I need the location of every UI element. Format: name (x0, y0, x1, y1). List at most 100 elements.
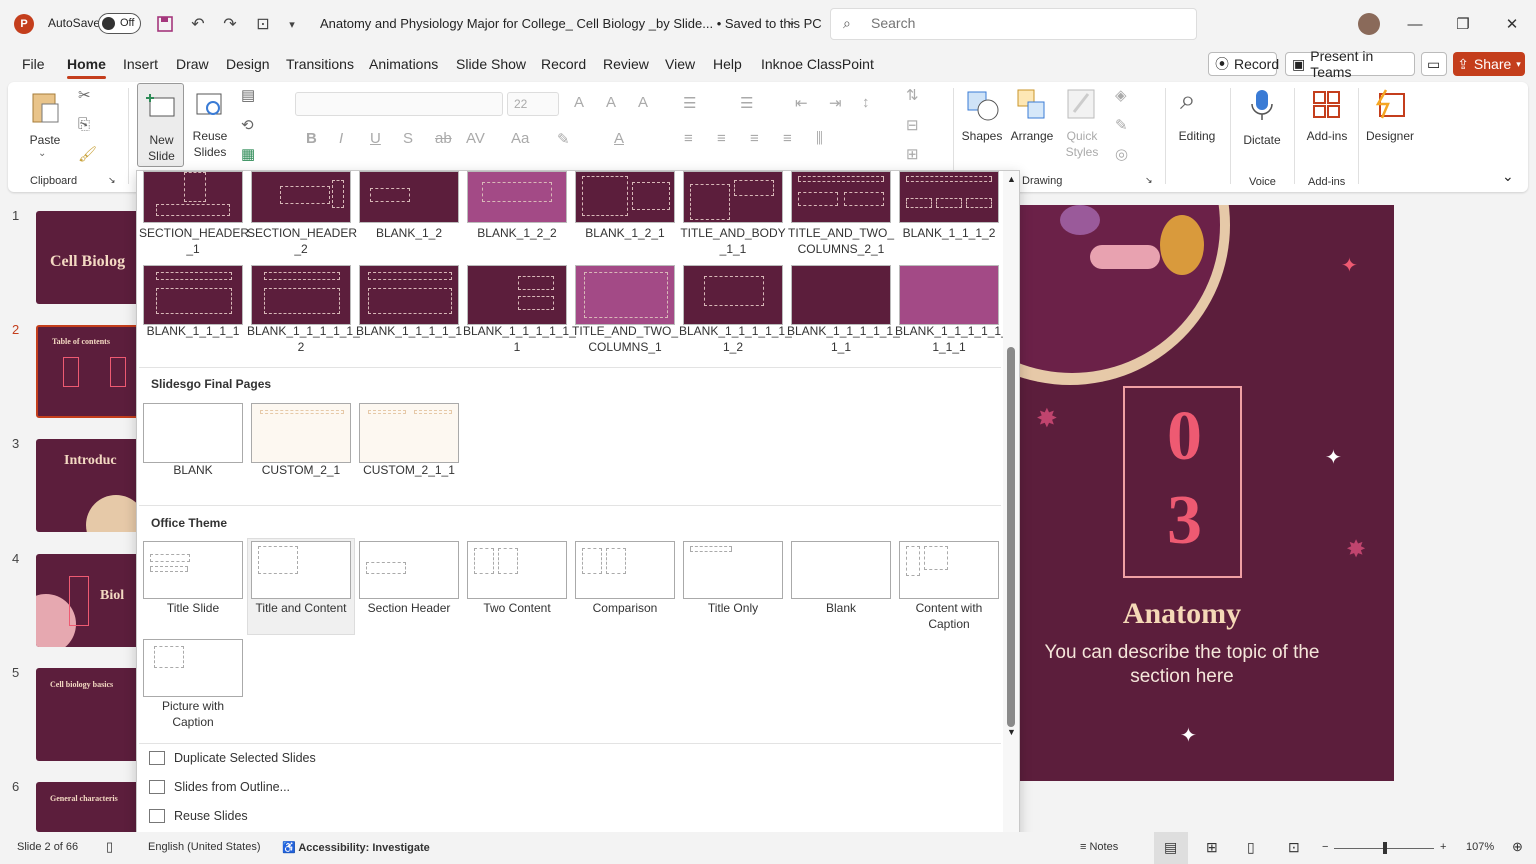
layout-thumbnail[interactable] (359, 541, 459, 599)
reuse-slides-label-2[interactable]: Slides (188, 144, 232, 160)
italic-icon[interactable]: I (339, 130, 343, 147)
layout-thumbnail[interactable] (251, 541, 351, 599)
layout-label[interactable]: CUSTOM_2_1_1 (355, 462, 463, 478)
tab-home[interactable]: Home (67, 56, 106, 79)
restore-icon[interactable]: ❐ (1448, 10, 1478, 38)
layout-thumbnail[interactable] (143, 541, 243, 599)
add-ins-label[interactable]: Add-ins (1303, 128, 1351, 144)
shape-effects-icon[interactable]: ◎ (1115, 145, 1128, 163)
layout-thumbnail[interactable] (575, 265, 675, 325)
customize-toolbar-icon[interactable]: ▾ (280, 12, 304, 36)
slide-thumbnail[interactable]: Biol (36, 554, 140, 647)
layout-label[interactable]: TITLE_AND_BODY _1_1 (679, 225, 787, 257)
layout-label[interactable]: BLANK_1_1_1_1_1 (355, 323, 463, 339)
tab-record[interactable]: Record (541, 56, 586, 72)
spacing-icon[interactable]: AV (466, 130, 485, 147)
justify-icon[interactable]: ≡ (783, 130, 792, 147)
accessibility-status[interactable]: ♿ Accessibility: Investigate (282, 841, 430, 854)
quick-styles-label[interactable]: Quick (1058, 128, 1106, 144)
layout-thumbnail[interactable] (143, 265, 243, 325)
tab-insert[interactable]: Insert (123, 56, 158, 72)
increase-indent-icon[interactable]: ⇥ (829, 94, 842, 112)
reading-view-icon[interactable]: ▯ (1247, 839, 1255, 856)
slide-sorter-icon[interactable]: ⊞ (1206, 839, 1218, 856)
dictate-label[interactable]: Dictate (1238, 132, 1286, 148)
layout-thumbnail[interactable] (683, 265, 783, 325)
microphone-icon[interactable] (1250, 88, 1274, 122)
duplicate-selected-slides-item[interactable]: Duplicate Selected Slides (149, 751, 316, 765)
slide-title[interactable]: Anatomy (970, 597, 1394, 631)
slide-thumbnail[interactable]: General characteris (36, 782, 140, 832)
smartart-icon[interactable]: ⊞ (906, 145, 919, 163)
layout-label[interactable]: BLANK_1_1_1_2 (895, 225, 1003, 241)
layout-label[interactable]: CUSTOM_2_1 (247, 462, 355, 478)
align-center-icon[interactable]: ≡ (717, 130, 726, 147)
layout-label[interactable]: BLANK (139, 462, 247, 478)
section-icon[interactable]: ▦ (241, 145, 255, 163)
minimize-icon[interactable]: — (1400, 10, 1430, 38)
layout-thumbnail[interactable] (899, 541, 999, 599)
tab-view[interactable]: View (665, 56, 695, 72)
strikethrough-icon[interactable]: ab (435, 130, 452, 147)
scroll-up-icon[interactable]: ▲ (1007, 174, 1016, 184)
highlight-icon[interactable]: ✎ (557, 130, 570, 148)
reset-icon[interactable]: ⟲ (241, 116, 254, 134)
layout-label[interactable]: Section Header (355, 600, 463, 616)
format-painter-icon[interactable]: 🖌 (78, 145, 97, 163)
slide-thumbnail-selected[interactable]: Table of contents (36, 325, 140, 418)
layout-label[interactable]: Picture with Caption (139, 698, 247, 730)
slide-counter[interactable]: Slide 2 of 66 (17, 841, 78, 853)
tab-design[interactable]: Design (226, 56, 270, 72)
line-spacing-icon[interactable]: ↕ (862, 94, 870, 111)
layout-thumbnail[interactable] (575, 171, 675, 223)
layout-icon[interactable]: ▤ (241, 86, 255, 104)
collapse-ribbon-icon[interactable]: ⌄ (1502, 168, 1514, 185)
quick-styles-icon[interactable] (1066, 88, 1098, 122)
slide-description[interactable]: You can describe the topic of the sectio… (1042, 641, 1322, 689)
designer-label[interactable]: Designer (1364, 128, 1416, 144)
shape-fill-icon[interactable]: ◈ (1115, 86, 1127, 104)
zoom-out-icon[interactable]: − (1322, 841, 1328, 853)
layout-label[interactable]: Content with Caption (895, 600, 1003, 632)
close-icon[interactable]: ✕ (1497, 10, 1527, 38)
reuse-slides-item[interactable]: Reuse Slides (149, 809, 248, 823)
layout-label[interactable]: Comparison (571, 600, 679, 616)
reuse-slides-icon[interactable] (195, 92, 225, 120)
bold-icon[interactable]: B (306, 130, 317, 147)
layout-thumbnail[interactable] (359, 171, 459, 223)
layout-thumbnail[interactable] (467, 171, 567, 223)
layout-label[interactable]: Title Only (679, 600, 787, 616)
search-box[interactable]: ⌕ (830, 8, 1197, 40)
tab-transitions[interactable]: Transitions (286, 56, 354, 72)
add-ins-icon[interactable] (1312, 90, 1342, 120)
tab-file[interactable]: File (22, 56, 45, 72)
save-icon[interactable] (153, 12, 177, 36)
shapes-icon[interactable] (966, 88, 1000, 122)
layout-label[interactable]: SECTION_HEADER _2 (247, 225, 357, 257)
avatar[interactable] (1358, 13, 1380, 35)
layout-thumbnail[interactable] (359, 265, 459, 325)
quick-styles-label-2[interactable]: Styles (1058, 144, 1106, 160)
clear-formatting-icon[interactable]: A (638, 94, 648, 111)
redo-icon[interactable]: ↷ (218, 12, 242, 36)
layout-thumbnail[interactable] (791, 541, 891, 599)
slide-thumbnail[interactable]: Cell biology basics (36, 668, 140, 761)
change-case-icon[interactable]: Aa (511, 130, 529, 147)
tab-review[interactable]: Review (603, 56, 649, 72)
shape-outline-icon[interactable]: ✎ (1115, 116, 1128, 134)
tab-classpoint[interactable]: Inknoe ClassPoint (761, 56, 874, 72)
document-title[interactable]: Anatomy and Physiology Major for College… (320, 16, 822, 31)
layout-thumbnail[interactable] (143, 403, 243, 463)
paste-label[interactable]: Paste (28, 132, 62, 148)
copy-icon[interactable]: ⎘ (78, 116, 90, 133)
tab-draw[interactable]: Draw (176, 56, 209, 72)
chevron-down-icon[interactable]: ⌄ (38, 148, 46, 159)
bullets-icon[interactable]: ☰ (683, 94, 696, 112)
fit-slide-icon[interactable]: ⊕ (1512, 839, 1523, 855)
autosave-toggle[interactable]: Off (98, 13, 141, 34)
scroll-down-icon[interactable]: ▼ (1007, 727, 1016, 737)
layout-label[interactable]: Blank (787, 600, 895, 616)
layout-label[interactable]: BLANK_1_1_1_1 (139, 323, 247, 339)
arrange-icon[interactable] (1016, 88, 1048, 122)
spelling-icon[interactable]: ▯ (106, 839, 113, 855)
